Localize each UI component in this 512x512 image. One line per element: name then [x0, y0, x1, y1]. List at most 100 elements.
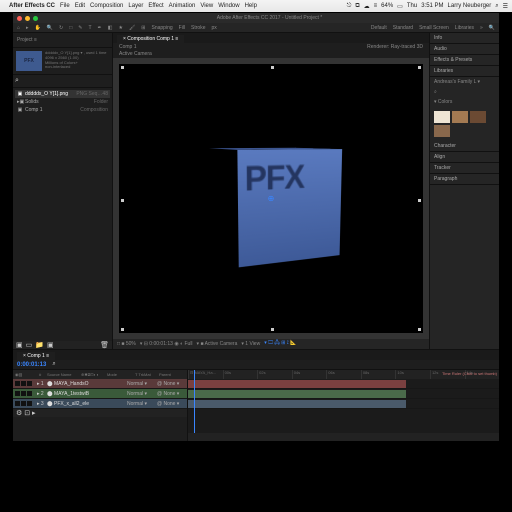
composition-viewport[interactable]: PFX ⊕ — [113, 58, 429, 339]
timeline-scrollbar[interactable] — [188, 433, 499, 441]
layer-row[interactable]: ▸ 3 ⬤ PFX_x_all2_ele Normal ▾ @ None ▾ — [13, 399, 187, 409]
time-ruler[interactable]: ⊟ MAYA_Ha… 00s 02s 04s 06s 08s 10s 12s 1… — [188, 370, 499, 379]
panel-effects[interactable]: Effects & Presets — [430, 55, 499, 66]
panel-audio[interactable]: Audio — [430, 44, 499, 55]
stroke-label[interactable]: Stroke — [191, 25, 205, 31]
menu-view[interactable]: View — [200, 3, 213, 9]
menu-edit[interactable]: Edit — [75, 3, 85, 9]
library-name-dropdown[interactable]: Andreas's Family L ▾ — [430, 77, 499, 87]
hand-tool-icon[interactable]: ✋ — [35, 25, 41, 31]
menu-effect[interactable]: Effect — [148, 3, 163, 9]
fill-label[interactable]: Fill — [179, 25, 185, 31]
home-icon[interactable]: ⌂ — [17, 25, 20, 31]
search-help-icon[interactable]: 🔍 — [489, 25, 495, 31]
camera-dropdown[interactable]: ▾ ■ Active Camera — [197, 341, 238, 347]
notification-icon[interactable]: ☰ — [503, 3, 508, 10]
status-icon[interactable]: ⎋ — [347, 3, 352, 10]
active-camera-label[interactable]: Active Camera — [113, 51, 429, 58]
project-item-list[interactable]: ▣ dddddx_O Y[1].png PNG Seq…48 ▸▣ Solids… — [13, 88, 112, 341]
layer-name[interactable]: ⬤ PFX_x_all2_ele — [45, 401, 127, 407]
clock-day[interactable]: Thu — [407, 3, 417, 9]
zoom-icon[interactable] — [33, 16, 38, 21]
minimize-icon[interactable] — [25, 16, 30, 21]
roto-tool-icon[interactable]: 🖌 — [129, 25, 135, 31]
tab-composition[interactable]: × Composition Comp 1 ≡ — [117, 35, 184, 43]
zoom-tool-icon[interactable]: 🔍 — [47, 25, 53, 31]
visibility-toggle-icon[interactable] — [15, 391, 20, 396]
workspace-more-icon[interactable]: » — [480, 25, 483, 31]
visibility-toggle-icon[interactable] — [15, 381, 20, 386]
project-item[interactable]: ▣ dddddx_O Y[1].png PNG Seq…48 — [15, 90, 110, 98]
battery-icon[interactable]: ▭ — [397, 3, 403, 10]
blend-mode-dropdown[interactable]: Normal ▾ — [127, 401, 157, 407]
bin-icon[interactable]: ▭ — [26, 341, 33, 349]
menu-help[interactable]: Help — [245, 3, 257, 9]
blend-mode-dropdown[interactable]: Normal ▾ — [127, 381, 157, 387]
layer-bar[interactable] — [188, 380, 406, 388]
panel-character[interactable]: Character — [430, 141, 499, 152]
new-comp-icon[interactable]: ▣ — [47, 341, 54, 349]
current-timecode[interactable]: 0:00:01:13 — [17, 362, 46, 368]
spotlight-icon[interactable]: ⌕ — [495, 3, 498, 10]
asset-thumbnail[interactable]: PFX — [16, 51, 42, 71]
renderer-label[interactable]: Renderer: Ray-traced 3D — [367, 44, 423, 50]
brush-tool-icon[interactable]: ✒ — [98, 25, 102, 31]
parent-dropdown[interactable]: @ None ▾ — [157, 401, 187, 407]
rotate-tool-icon[interactable]: ↻ — [59, 25, 63, 31]
layer-name[interactable]: ⬤ MAYA_HandsO — [45, 381, 127, 387]
layer-bar[interactable] — [188, 390, 406, 398]
project-panel-title[interactable]: Project ≡ — [13, 33, 112, 48]
blend-mode-dropdown[interactable]: Normal ▾ — [127, 391, 157, 397]
color-swatch[interactable] — [452, 111, 468, 123]
project-item[interactable]: ▣ Comp 1 Composition — [15, 106, 110, 114]
menu-layer[interactable]: Layer — [128, 3, 143, 9]
viewer-options-icons[interactable]: ▾ 🖵 🖧 ⊞ ⟟ 📐 — [264, 340, 296, 348]
zoom-dropdown[interactable]: □ ■ 50% — [117, 341, 136, 347]
close-icon[interactable] — [17, 16, 22, 21]
anchor-point-icon[interactable]: ⊕ — [267, 195, 275, 203]
interpret-icon[interactable]: ▣ — [16, 341, 23, 349]
layer-bar[interactable] — [188, 400, 406, 408]
panel-paragraph[interactable]: Paragraph — [430, 174, 499, 185]
battery-status[interactable]: 64% — [381, 3, 393, 9]
panel-tracker[interactable]: Tracker — [430, 163, 499, 174]
status-icon[interactable]: ⧉ — [355, 3, 359, 10]
rect-tool-icon[interactable]: □ — [69, 25, 72, 31]
app-name[interactable]: After Effects CC — [9, 3, 55, 9]
color-swatch[interactable] — [470, 111, 486, 123]
parent-dropdown[interactable]: @ None ▾ — [157, 381, 187, 387]
menu-window[interactable]: Window — [218, 3, 239, 9]
wifi-icon[interactable]: ≡ — [374, 3, 378, 9]
workspace-default[interactable]: Default — [371, 25, 387, 31]
user-name[interactable]: Larry Neuberger — [448, 3, 492, 9]
snapping-label[interactable]: Snapping — [152, 25, 173, 31]
workspace-small[interactable]: Small Screen — [419, 25, 449, 31]
timeline-footer-toggles[interactable]: ⚙ ⊡ ▸ — [13, 409, 187, 417]
panel-libraries[interactable]: Libraries — [430, 66, 499, 77]
colors-section-label[interactable]: ▾ Colors — [430, 97, 499, 107]
clone-tool-icon[interactable]: ◧ — [108, 25, 113, 31]
selection-tool-icon[interactable]: ▸ — [26, 25, 29, 31]
project-search-input[interactable]: ⌕ — [13, 75, 112, 88]
color-swatch[interactable] — [434, 111, 450, 123]
color-swatch[interactable] — [434, 125, 450, 137]
layer-row[interactable]: ▸ 2 ⬤ MAYA_1testwiB Normal ▾ @ None ▾ — [13, 389, 187, 399]
layer-row[interactable]: ▸ 1 ⬤ MAYA_HandsO Normal ▾ @ None ▾ — [13, 379, 187, 389]
parent-dropdown[interactable]: @ None ▾ — [157, 391, 187, 397]
menu-animation[interactable]: Animation — [169, 3, 196, 9]
window-titlebar[interactable]: Adobe After Effects CC 2017 - Untitled P… — [13, 13, 499, 23]
timeline-search-input[interactable]: ⌕ — [52, 361, 55, 368]
puppet-tool-icon[interactable]: ⊞ — [141, 25, 145, 31]
workspace-libraries[interactable]: Libraries — [455, 25, 474, 31]
layer-name[interactable]: ⬤ MAYA_1testwiB — [45, 391, 127, 397]
pen-tool-icon[interactable]: ✎ — [78, 25, 82, 31]
visibility-toggle-icon[interactable] — [15, 401, 20, 406]
breadcrumb[interactable]: Comp 1 — [119, 44, 137, 50]
project-item[interactable]: ▸▣ Solids Folder — [15, 98, 110, 106]
timeline-tracks[interactable]: ⊟ MAYA_Ha… 00s 02s 04s 06s 08s 10s 12s 1… — [188, 370, 499, 441]
menu-file[interactable]: File — [60, 3, 70, 9]
tab-timeline-comp[interactable]: × Comp 1 ≡ — [17, 352, 55, 360]
panel-info[interactable]: Info — [430, 33, 499, 44]
resolution-dropdown[interactable]: ▾ ⊟ 0:00:01:13 ◉ ◐ Full — [140, 341, 193, 347]
workspace-standard[interactable]: Standard — [393, 25, 413, 31]
